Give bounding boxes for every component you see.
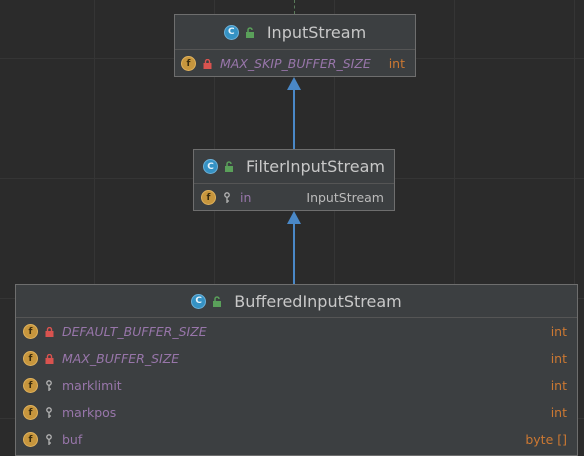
private-lock-icon <box>44 353 54 365</box>
field-row[interactable]: f MAX_SKIP_BUFFER_SIZE int <box>175 50 415 77</box>
class-title: FilterInputStream <box>246 157 385 176</box>
field-type: byte [] <box>525 432 567 447</box>
field-type: InputStream <box>306 190 384 205</box>
field-row[interactable]: f buf byte [] <box>16 426 577 453</box>
field-type: int <box>550 351 567 366</box>
class-header: C BufferedInputStream <box>16 285 577 318</box>
field-row[interactable]: f marklimit int <box>16 372 577 399</box>
arrowhead-icon <box>287 211 301 224</box>
field-name: in <box>240 190 252 205</box>
protected-key-icon <box>222 191 232 204</box>
protected-key-icon <box>44 433 54 446</box>
class-icon: C <box>223 24 239 40</box>
class-header: C FilterInputStream <box>194 150 394 184</box>
class-icon: C <box>191 293 207 309</box>
field-name: MAX_BUFFER_SIZE <box>62 351 180 366</box>
field-name: buf <box>62 432 83 447</box>
field-icon: f <box>23 432 38 447</box>
field-type: int <box>550 324 567 339</box>
class-node-bufferedinputstream[interactable]: C BufferedInputStream f DEFAULT_BUFFER_S… <box>15 284 578 456</box>
class-title: BufferedInputStream <box>234 291 402 311</box>
private-lock-icon <box>44 326 54 338</box>
field-name: marklimit <box>62 378 122 393</box>
arrowhead-icon <box>287 77 301 90</box>
field-name: markpos <box>62 405 117 420</box>
public-visibility-icon <box>212 295 222 307</box>
protected-key-icon <box>44 406 54 419</box>
field-type: int <box>550 405 567 420</box>
field-row[interactable]: f markpos int <box>16 399 577 426</box>
inheritance-arrow-buffered-to-filter <box>293 222 295 284</box>
class-icon: C <box>203 159 219 174</box>
field-name: DEFAULT_BUFFER_SIZE <box>62 324 207 339</box>
class-node-filterinputstream[interactable]: C FilterInputStream f in InputStream <box>193 149 395 211</box>
public-visibility-icon <box>245 26 255 38</box>
field-icon: f <box>23 324 38 339</box>
field-icon: f <box>23 405 38 420</box>
public-visibility-icon <box>224 161 234 173</box>
class-title: InputStream <box>266 22 367 42</box>
private-lock-icon <box>202 58 212 70</box>
field-row[interactable]: f in InputStream <box>194 184 394 211</box>
field-name: MAX_SKIP_BUFFER_SIZE <box>220 56 371 71</box>
class-node-inputstream[interactable]: C InputStream f MAX_SKIP_BUFFER_SIZE int <box>174 14 416 77</box>
connector-dashed-line <box>294 0 295 14</box>
field-icon: f <box>23 378 38 393</box>
field-row[interactable]: f DEFAULT_BUFFER_SIZE int <box>16 318 577 345</box>
class-header: C InputStream <box>175 15 415 50</box>
field-row[interactable]: f MAX_BUFFER_SIZE int <box>16 345 577 372</box>
protected-key-icon <box>44 379 54 392</box>
field-type: int <box>550 378 567 393</box>
inheritance-arrow-filter-to-input <box>293 88 295 149</box>
field-type: int <box>388 56 405 71</box>
field-icon: f <box>201 190 216 205</box>
field-icon: f <box>181 56 196 71</box>
field-icon: f <box>23 351 38 366</box>
